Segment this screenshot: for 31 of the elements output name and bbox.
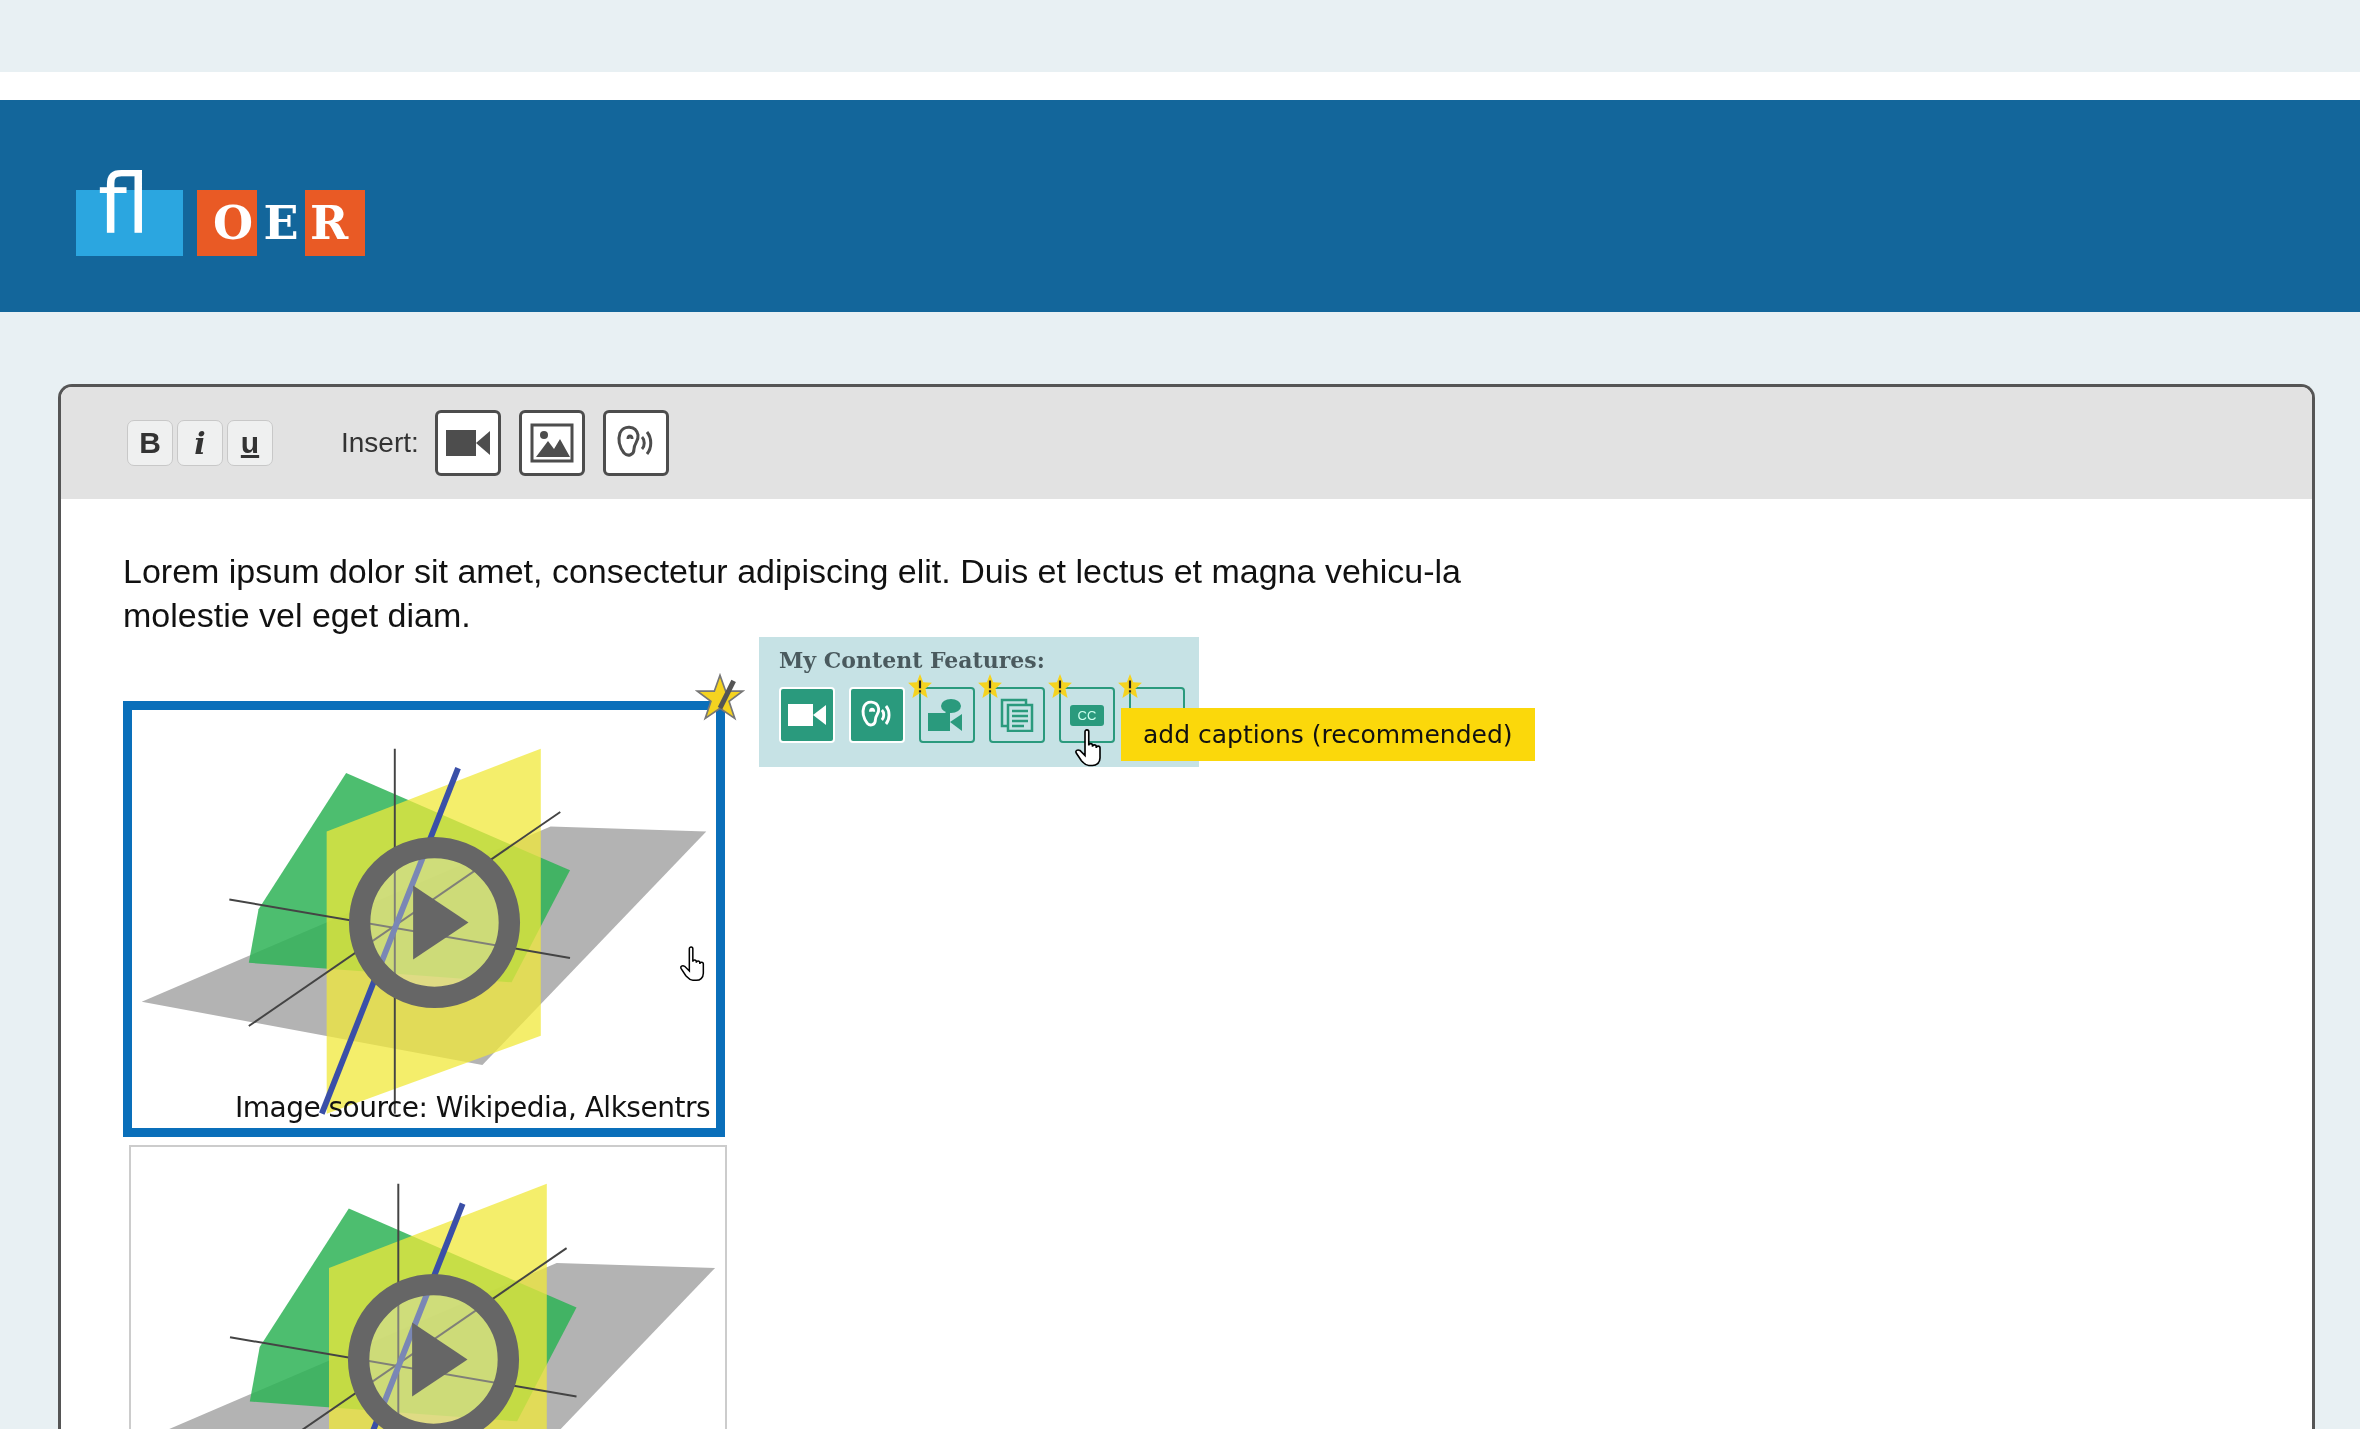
play-icon[interactable] bbox=[346, 1272, 521, 1429]
warning-star-icon bbox=[1117, 673, 1143, 699]
image-icon bbox=[529, 423, 574, 463]
video-chat-feature-button[interactable] bbox=[919, 687, 975, 743]
video-thumbnail[interactable]: Image source: Wikipedia, Alksentrs bbox=[123, 701, 725, 1137]
logo-letter: E bbox=[257, 190, 305, 256]
insert-label: Insert: bbox=[341, 427, 419, 459]
logo-letter: O bbox=[211, 195, 255, 252]
format-button[interactable]: i bbox=[177, 420, 223, 466]
format-button[interactable]: B bbox=[127, 420, 173, 466]
tooltip: add captions (recommended) bbox=[1121, 708, 1535, 761]
insert-audio-button[interactable] bbox=[602, 410, 669, 476]
warning-star-icon bbox=[907, 673, 933, 699]
warning-star-icon bbox=[1047, 673, 1073, 699]
video-camera-icon bbox=[788, 702, 826, 728]
format-button[interactable]: u bbox=[227, 420, 273, 466]
audio-feature-button[interactable] bbox=[849, 687, 905, 743]
document-feature-button[interactable] bbox=[989, 687, 1045, 743]
star-pencil-icon[interactable] bbox=[695, 673, 745, 723]
warning-star-icon bbox=[977, 673, 1003, 699]
features-title: My Content Features: bbox=[779, 647, 1046, 673]
insert-video-button[interactable] bbox=[434, 410, 501, 476]
video-feature-button[interactable] bbox=[779, 687, 835, 743]
logo-letter: R bbox=[308, 195, 350, 252]
play-icon[interactable] bbox=[347, 835, 522, 1010]
logo[interactable]: fl O E R bbox=[76, 156, 365, 256]
image-caption: Image source: Wikipedia, Alksentrs bbox=[234, 1091, 710, 1124]
body-paragraph: Lorem ipsum dolor sit amet, consectetur adipiscing elit. Duis et lectus et magna vehicu-la molestie vel eget diam. bbox=[123, 551, 1462, 636]
document-icon bbox=[1000, 698, 1034, 732]
insert-image-button[interactable] bbox=[518, 410, 585, 476]
captions-label: CC bbox=[1069, 704, 1105, 726]
